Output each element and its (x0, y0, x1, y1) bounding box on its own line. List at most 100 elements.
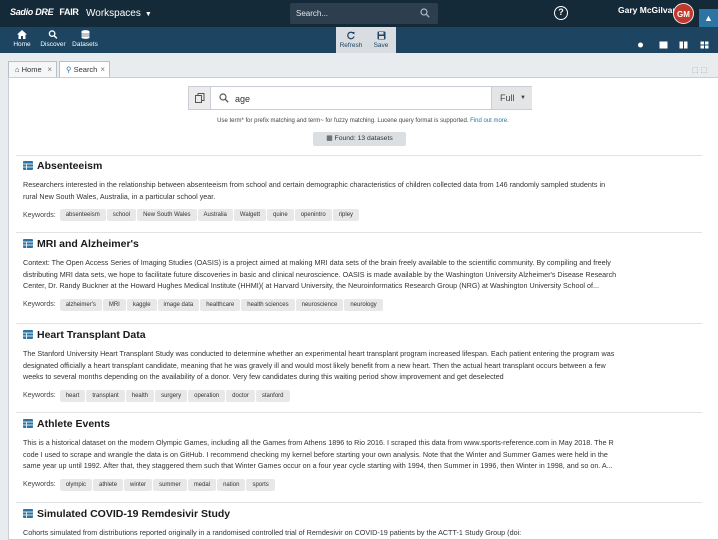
result-title[interactable]: Heart Transplant Data (23, 329, 146, 342)
keyword-chip[interactable]: MRI (102, 298, 126, 311)
table-icon (23, 239, 33, 251)
refresh-button[interactable]: Refresh (339, 31, 363, 50)
expand-icon[interactable]: ⬚ (692, 67, 699, 74)
search-mode-select[interactable]: Full ▼ (491, 87, 532, 109)
description-line: same year up until 1992. After that, the… (23, 461, 613, 470)
logo-text: Sadio DRE (10, 7, 54, 17)
dot-icon[interactable] (636, 36, 645, 48)
result-title-text: Athlete Events (37, 418, 110, 430)
keyword-chip[interactable]: surgery (155, 389, 188, 402)
fair-logo: FAIR (59, 7, 79, 17)
keywords-row: Keywords: heart transplant health surgery ope… (23, 389, 291, 402)
search-icon (219, 93, 229, 103)
result-description: This is a historical dataset on the mode… (23, 437, 695, 472)
result-title[interactable]: Simulated COVID-19 Remdesivir Study (23, 508, 230, 521)
database-icon (81, 30, 89, 39)
result-title[interactable]: MRI and Alzheimer's (23, 238, 139, 251)
keyword-chip[interactable]: olympic (59, 478, 93, 491)
keyword-chip[interactable]: doctor (226, 389, 255, 402)
search-icon: ⚲ (66, 65, 72, 74)
result-title[interactable]: Absenteeism (23, 160, 102, 173)
keyword-chip[interactable]: ripley (332, 209, 360, 221)
table-icon (23, 161, 33, 173)
result-title[interactable]: Athlete Events (23, 418, 110, 431)
description-line: rural New South Wales, Australia, in a p… (23, 191, 216, 201)
keyword-chip[interactable]: athlete (93, 478, 124, 491)
result-title-text: Heart Transplant Data (37, 329, 146, 341)
keyword-chip[interactable]: neurology (344, 298, 383, 311)
keyword-chip[interactable]: winter (124, 478, 153, 491)
divider (16, 323, 702, 324)
dataset-search-input[interactable] (235, 92, 465, 105)
description-line: designated officially a heart transplant… (23, 360, 606, 370)
tab-search-label: Search (73, 65, 98, 74)
discover-button[interactable]: Discover (40, 30, 66, 49)
keyword-chip[interactable]: quine (267, 209, 294, 221)
keyword-chip[interactable]: operation (188, 389, 226, 402)
search-mode-value: Full (500, 93, 515, 103)
home-button[interactable]: Home (10, 30, 34, 49)
home-icon: ⌂ (15, 65, 20, 74)
search-icon[interactable] (420, 8, 430, 18)
keywords-label: Keywords: (23, 392, 56, 399)
keyword-chip[interactable]: sports (246, 478, 275, 491)
user-name[interactable]: Gary McGilvary (618, 5, 680, 15)
description-line: Context: The Open Access Series of Imagi… (23, 258, 611, 267)
result-title-text: Simulated COVID-19 Remdesivir Study (37, 508, 231, 520)
tab-home[interactable]: ⌂ Home × (8, 61, 57, 78)
keyword-chip[interactable]: nation (217, 478, 246, 491)
layout-single-icon[interactable] (659, 36, 668, 49)
keyword-chip[interactable]: absenteeism (59, 209, 106, 221)
close-icon[interactable]: × (47, 62, 52, 77)
keyword-chip[interactable]: medal (187, 478, 217, 491)
found-count-badge[interactable]: ▦ Found: 13 datasets (313, 132, 406, 146)
refresh-label: Refresh (339, 42, 363, 49)
keyword-chip[interactable]: stanford (255, 389, 290, 402)
datasets-button[interactable]: Datasets (72, 30, 98, 49)
keyword-chip[interactable]: health (125, 389, 155, 402)
keyword-chip[interactable]: Australia (197, 209, 233, 221)
app-logo[interactable]: Sadio DRE FAIR (10, 7, 79, 17)
keyword-chip[interactable]: kaggle (126, 298, 157, 311)
layout-grid-icon[interactable] (700, 36, 709, 49)
keyword-chip[interactable]: transplant (86, 389, 125, 402)
keyword-chip[interactable]: image data (157, 298, 200, 311)
description-line: The Stanford University Heart Transplant… (23, 349, 615, 358)
layout-columns-icon[interactable] (679, 36, 688, 49)
workspaces-menu[interactable]: Workspaces ▼ (86, 8, 152, 19)
keyword-chip[interactable]: Walgett (233, 209, 266, 221)
tab-bar: ⌂ Home × ⚲ Search × (0, 53, 718, 78)
maximize-icon[interactable]: ⬚ (701, 67, 708, 74)
tab-home-label: Home (21, 65, 42, 74)
result-title-text: Absenteeism (37, 160, 103, 172)
keyword-chip[interactable]: school (106, 209, 137, 221)
close-icon[interactable]: × (100, 62, 105, 77)
keyword-chip[interactable]: summer (153, 478, 187, 491)
table-icon: ▦ (326, 135, 333, 142)
caret-down-icon: ▼ (520, 95, 526, 101)
help-icon[interactable]: ? (554, 6, 568, 20)
keyword-chip[interactable]: healthcare (200, 298, 241, 311)
collapse-toolbar-button[interactable]: ▲ (699, 9, 718, 27)
save-button[interactable]: Save (369, 31, 393, 50)
description-line: weeks to several months depending on the… (23, 372, 504, 381)
result-description: Context: The Open Access Series of Imagi… (23, 257, 695, 292)
result-description: The Stanford University Heart Transplant… (23, 348, 695, 383)
result-description: Cohorts simulated from distributions rep… (23, 527, 695, 539)
global-search-input[interactable] (296, 6, 416, 21)
tab-search[interactable]: ⚲ Search × (59, 61, 110, 78)
keyword-chip[interactable]: openintro (294, 209, 332, 221)
keyword-chip[interactable]: New South Wales (137, 209, 197, 221)
floppy-disk-icon (377, 31, 385, 40)
keywords-label: Keywords: (23, 481, 56, 488)
keyword-chip[interactable]: neuroscience (295, 298, 344, 311)
avatar[interactable]: GM (673, 3, 694, 24)
keyword-chip[interactable]: health sciences (241, 298, 295, 311)
keyword-chip[interactable]: alzheimer's (59, 298, 102, 311)
copy-button[interactable] (189, 87, 211, 109)
keyword-chip[interactable]: heart (59, 389, 86, 402)
description-line: code I used to scrape and wrangle the da… (23, 449, 608, 459)
keywords-label: Keywords: (23, 301, 56, 308)
divider (16, 412, 702, 413)
find-out-more-link[interactable]: Find out more. (470, 118, 509, 124)
